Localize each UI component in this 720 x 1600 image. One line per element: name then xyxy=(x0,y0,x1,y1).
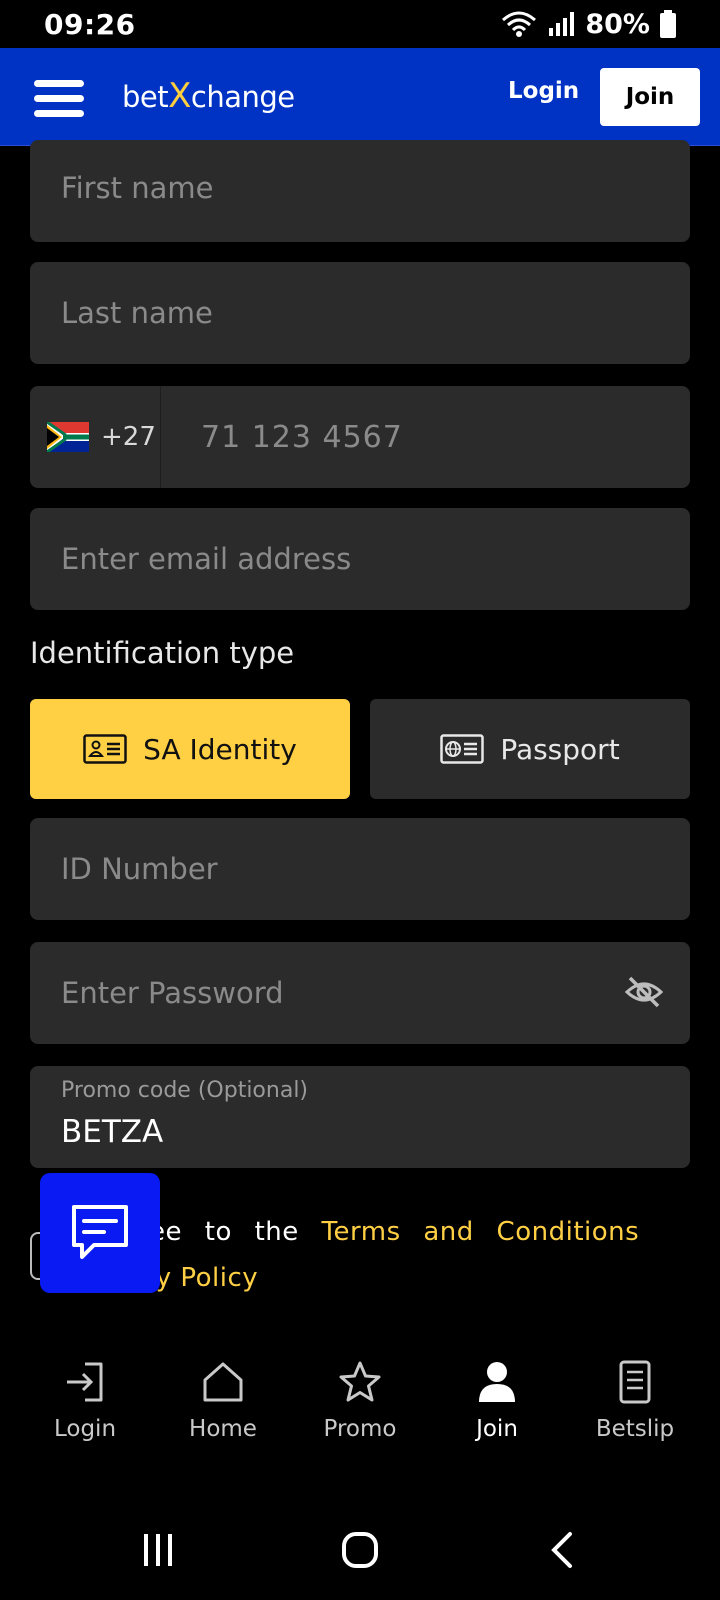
id-number-field[interactable] xyxy=(30,818,690,920)
id-card-icon xyxy=(83,734,127,764)
phone-number-input[interactable] xyxy=(170,386,690,488)
logo-x: X xyxy=(168,76,191,116)
id-number-input[interactable] xyxy=(30,818,690,920)
first-name-field[interactable] xyxy=(30,140,690,242)
home-icon xyxy=(203,1362,243,1402)
bottom-navigation: Login Home Promo Join Betslip xyxy=(0,1360,720,1470)
passport-icon xyxy=(440,734,485,764)
home-system-icon[interactable] xyxy=(340,1530,380,1570)
nav-betslip[interactable]: Betslip xyxy=(565,1360,705,1442)
hamburger-menu-icon[interactable] xyxy=(34,80,86,118)
password-input[interactable] xyxy=(30,942,690,1044)
nav-home[interactable]: Home xyxy=(153,1360,293,1442)
nav-login[interactable]: Login xyxy=(15,1360,155,1442)
country-code-selector[interactable]: +27 xyxy=(30,386,161,488)
logo-suffix: change xyxy=(190,80,295,114)
back-icon[interactable] xyxy=(548,1530,576,1570)
nav-betslip-label: Betslip xyxy=(595,1416,675,1442)
recent-apps-icon[interactable] xyxy=(140,1530,176,1570)
password-field[interactable] xyxy=(30,942,690,1044)
last-name-input[interactable] xyxy=(30,262,690,364)
app-header: betXchange Login Join xyxy=(0,48,720,146)
nav-login-label: Login xyxy=(53,1416,117,1442)
chat-button[interactable] xyxy=(40,1173,160,1293)
header-login-link[interactable]: Login xyxy=(508,78,579,104)
nav-promo[interactable]: Promo xyxy=(290,1360,430,1442)
status-bar: 09:26 80% xyxy=(0,0,720,48)
passport-option[interactable]: Passport xyxy=(370,699,690,799)
status-icons: 80% xyxy=(501,9,676,40)
battery-icon xyxy=(660,10,676,38)
chat-icon xyxy=(72,1205,128,1259)
battery-percent: 80% xyxy=(585,8,650,40)
promo-code-value[interactable]: BETZA xyxy=(61,1114,163,1150)
last-name-field[interactable] xyxy=(30,262,690,364)
first-name-input[interactable] xyxy=(30,140,690,236)
email-input[interactable] xyxy=(30,508,690,610)
country-code: +27 xyxy=(101,422,156,452)
user-icon xyxy=(479,1362,515,1402)
south-africa-flag-icon xyxy=(47,422,89,452)
sa-identity-label: SA Identity xyxy=(143,732,297,766)
betslip-icon xyxy=(619,1360,651,1404)
betxchange-logo[interactable]: betXchange xyxy=(122,76,295,116)
logo-prefix: bet xyxy=(122,80,169,114)
email-field[interactable] xyxy=(30,508,690,610)
star-icon xyxy=(339,1361,381,1402)
identification-type-label: Identification type xyxy=(30,636,295,670)
nav-join[interactable]: Join xyxy=(427,1360,567,1442)
status-time: 09:26 xyxy=(44,7,136,41)
system-navigation-bar xyxy=(0,1500,720,1600)
promo-code-field[interactable]: Promo code (Optional) BETZA xyxy=(30,1066,690,1168)
promo-code-label: Promo code (Optional) xyxy=(61,1078,309,1103)
login-icon xyxy=(67,1362,103,1402)
signal-icon xyxy=(549,12,575,36)
eye-slash-icon[interactable] xyxy=(624,974,664,1010)
passport-label: Passport xyxy=(500,732,620,766)
phone-field[interactable]: +27 xyxy=(30,386,690,488)
wifi-icon xyxy=(502,11,537,37)
nav-home-label: Home xyxy=(189,1416,257,1442)
nav-join-label: Join xyxy=(476,1416,518,1442)
header-join-button[interactable]: Join xyxy=(600,68,700,126)
nav-promo-label: Promo xyxy=(323,1416,397,1442)
sa-identity-option[interactable]: SA Identity xyxy=(30,699,350,799)
terms-and-conditions-link[interactable]: Terms and Conditions xyxy=(322,1217,640,1247)
